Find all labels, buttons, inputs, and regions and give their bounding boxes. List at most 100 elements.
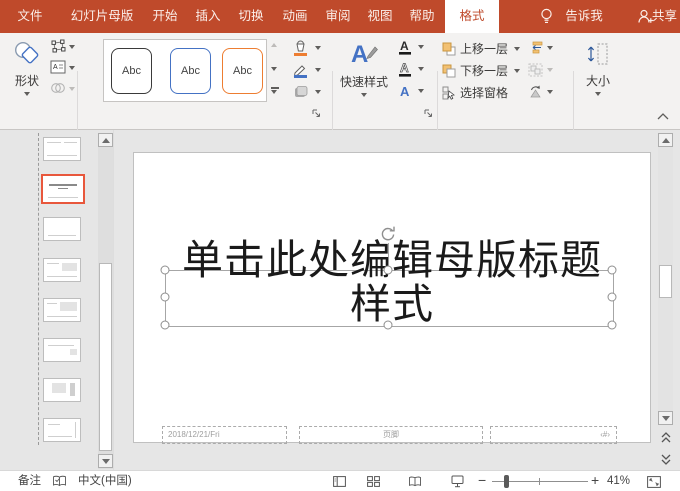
date-placeholder[interactable]: 2018/12/21/Fri bbox=[162, 426, 287, 444]
send-backward-icon bbox=[442, 64, 456, 78]
tab-home[interactable]: 开始 bbox=[146, 0, 184, 33]
rotate-icon bbox=[528, 85, 543, 99]
gallery-more-button[interactable] bbox=[271, 87, 279, 94]
handle-top-center[interactable] bbox=[384, 266, 393, 275]
dropdown-caret bbox=[595, 92, 601, 96]
tab-animations[interactable]: 动画 bbox=[276, 0, 314, 33]
thumbnail-scrollbar-thumb[interactable] bbox=[99, 263, 112, 451]
footer-placeholder[interactable]: 页脚 bbox=[299, 426, 483, 444]
send-backward-caret[interactable] bbox=[514, 69, 520, 73]
bring-forward-button[interactable]: 上移一层 bbox=[442, 41, 520, 57]
normal-view-icon[interactable] bbox=[333, 476, 346, 487]
collapse-ribbon-button[interactable] bbox=[657, 113, 669, 120]
layout-thumbnail-5[interactable] bbox=[43, 298, 81, 322]
tab-transitions[interactable]: 切换 bbox=[232, 0, 270, 33]
send-backward-button[interactable]: 下移一层 bbox=[442, 63, 520, 79]
shape-effects-button[interactable] bbox=[292, 85, 309, 105]
tab-insert[interactable]: 插入 bbox=[189, 0, 227, 33]
bring-forward-caret[interactable] bbox=[514, 47, 520, 51]
edit-shape-button[interactable] bbox=[50, 39, 66, 58]
shape-style-orange[interactable]: Abc bbox=[222, 48, 263, 94]
tab-help[interactable]: 帮助 bbox=[403, 0, 441, 33]
zoom-in-button[interactable]: + bbox=[591, 470, 599, 490]
rotate-button[interactable] bbox=[528, 85, 553, 99]
size-button[interactable]: 大小 bbox=[578, 39, 618, 119]
zoom-slider-thumb[interactable] bbox=[504, 475, 509, 488]
thumbnail-scroll-down[interactable] bbox=[98, 454, 113, 468]
master-hierarchy-line bbox=[38, 133, 39, 445]
language-indicator[interactable]: 中文(中国) bbox=[78, 471, 132, 491]
layout-thumbnail-6[interactable] bbox=[43, 338, 81, 362]
tab-file[interactable]: 文件 bbox=[12, 0, 48, 33]
shape-style-gallery: Abc Abc Abc bbox=[103, 39, 267, 102]
gallery-scroll-up bbox=[271, 43, 277, 47]
previous-slide-button[interactable] bbox=[661, 432, 671, 443]
text-effects-button[interactable]: A bbox=[397, 83, 413, 105]
shape-fill-button[interactable] bbox=[292, 40, 309, 62]
canvas-scrollbar-thumb[interactable] bbox=[659, 265, 672, 298]
handle-bottom-left[interactable] bbox=[161, 321, 170, 330]
tab-format[interactable]: 格式 bbox=[445, 0, 499, 33]
wordart-dialog-launcher[interactable] bbox=[424, 109, 433, 118]
layout-thumbnail-2-selected[interactable] bbox=[41, 174, 85, 204]
layout-thumbnail-4[interactable] bbox=[43, 258, 81, 282]
align-caret[interactable] bbox=[547, 46, 553, 50]
reading-view-icon[interactable] bbox=[408, 476, 422, 487]
master-title-line1: 单击此处编辑母版标题 bbox=[133, 238, 651, 282]
layout-thumbnail-1[interactable] bbox=[43, 137, 81, 161]
layout-thumbnail-8[interactable] bbox=[43, 418, 81, 442]
canvas-scroll-down[interactable] bbox=[658, 411, 673, 425]
text-box-button[interactable]: A bbox=[50, 60, 66, 79]
shape-fill-icon bbox=[292, 40, 309, 57]
merge-shapes-icon bbox=[50, 81, 66, 95]
merge-shapes-button[interactable] bbox=[50, 81, 66, 100]
text-effects-caret[interactable] bbox=[418, 89, 424, 93]
slide-sorter-view-icon[interactable] bbox=[367, 476, 380, 487]
thumbnail-scroll-up[interactable] bbox=[98, 133, 113, 147]
rotation-handle-icon[interactable] bbox=[379, 225, 397, 243]
zoom-level[interactable]: 41% bbox=[607, 471, 630, 491]
shape-effects-caret[interactable] bbox=[315, 90, 321, 94]
edit-shape-caret[interactable] bbox=[69, 45, 75, 49]
shape-outline-button[interactable] bbox=[292, 62, 309, 84]
handle-top-right[interactable] bbox=[608, 266, 617, 275]
tab-review[interactable]: 审阅 bbox=[319, 0, 357, 33]
layout-thumbnail-7[interactable] bbox=[43, 378, 81, 402]
tab-slide-master[interactable]: 幻灯片母版 bbox=[60, 0, 144, 33]
shapes-button[interactable]: 形状 bbox=[6, 38, 48, 110]
layout-thumbnail-3[interactable] bbox=[43, 217, 81, 241]
proofing-icon[interactable] bbox=[52, 475, 67, 488]
shape-style-blue[interactable]: Abc bbox=[170, 48, 211, 94]
shape-styles-dialog-launcher[interactable] bbox=[312, 109, 321, 118]
align-button[interactable] bbox=[528, 41, 553, 55]
handle-bottom-right[interactable] bbox=[608, 321, 617, 330]
zoom-out-button[interactable]: − bbox=[478, 470, 486, 490]
slide-number-placeholder[interactable]: ‹#› bbox=[490, 426, 617, 444]
canvas-scroll-up[interactable] bbox=[658, 133, 673, 147]
shape-fill-caret[interactable] bbox=[315, 46, 321, 50]
handle-bottom-center[interactable] bbox=[384, 321, 393, 330]
gallery-scroll-down[interactable] bbox=[271, 67, 277, 71]
tell-me-button[interactable]: 告诉我 bbox=[558, 0, 610, 33]
shape-outline-caret[interactable] bbox=[315, 68, 321, 72]
shapes-icon bbox=[14, 41, 40, 67]
share-button[interactable]: 共享 bbox=[652, 0, 680, 33]
notes-toggle-button[interactable]: 备注 bbox=[18, 471, 41, 491]
text-outline-caret[interactable] bbox=[418, 67, 424, 71]
slideshow-view-icon[interactable] bbox=[451, 475, 464, 488]
fit-to-window-icon[interactable] bbox=[647, 476, 661, 488]
master-title-text[interactable]: 单击此处编辑母版标题 样式 bbox=[133, 238, 651, 326]
rotate-caret[interactable] bbox=[547, 90, 553, 94]
handle-mid-left[interactable] bbox=[161, 293, 170, 302]
tab-view[interactable]: 视图 bbox=[361, 0, 399, 33]
handle-top-left[interactable] bbox=[161, 266, 170, 275]
quick-styles-button[interactable]: A 快速样式 bbox=[337, 38, 391, 110]
handle-mid-right[interactable] bbox=[608, 293, 617, 302]
text-fill-caret[interactable] bbox=[418, 45, 424, 49]
text-box-caret[interactable] bbox=[69, 66, 75, 70]
shape-style-black[interactable]: Abc bbox=[111, 48, 152, 94]
text-fill-button[interactable]: A bbox=[397, 39, 413, 61]
selection-pane-button[interactable]: 选择窗格 bbox=[442, 85, 508, 101]
text-outline-button[interactable]: A bbox=[397, 61, 413, 83]
next-slide-button[interactable] bbox=[661, 454, 671, 465]
